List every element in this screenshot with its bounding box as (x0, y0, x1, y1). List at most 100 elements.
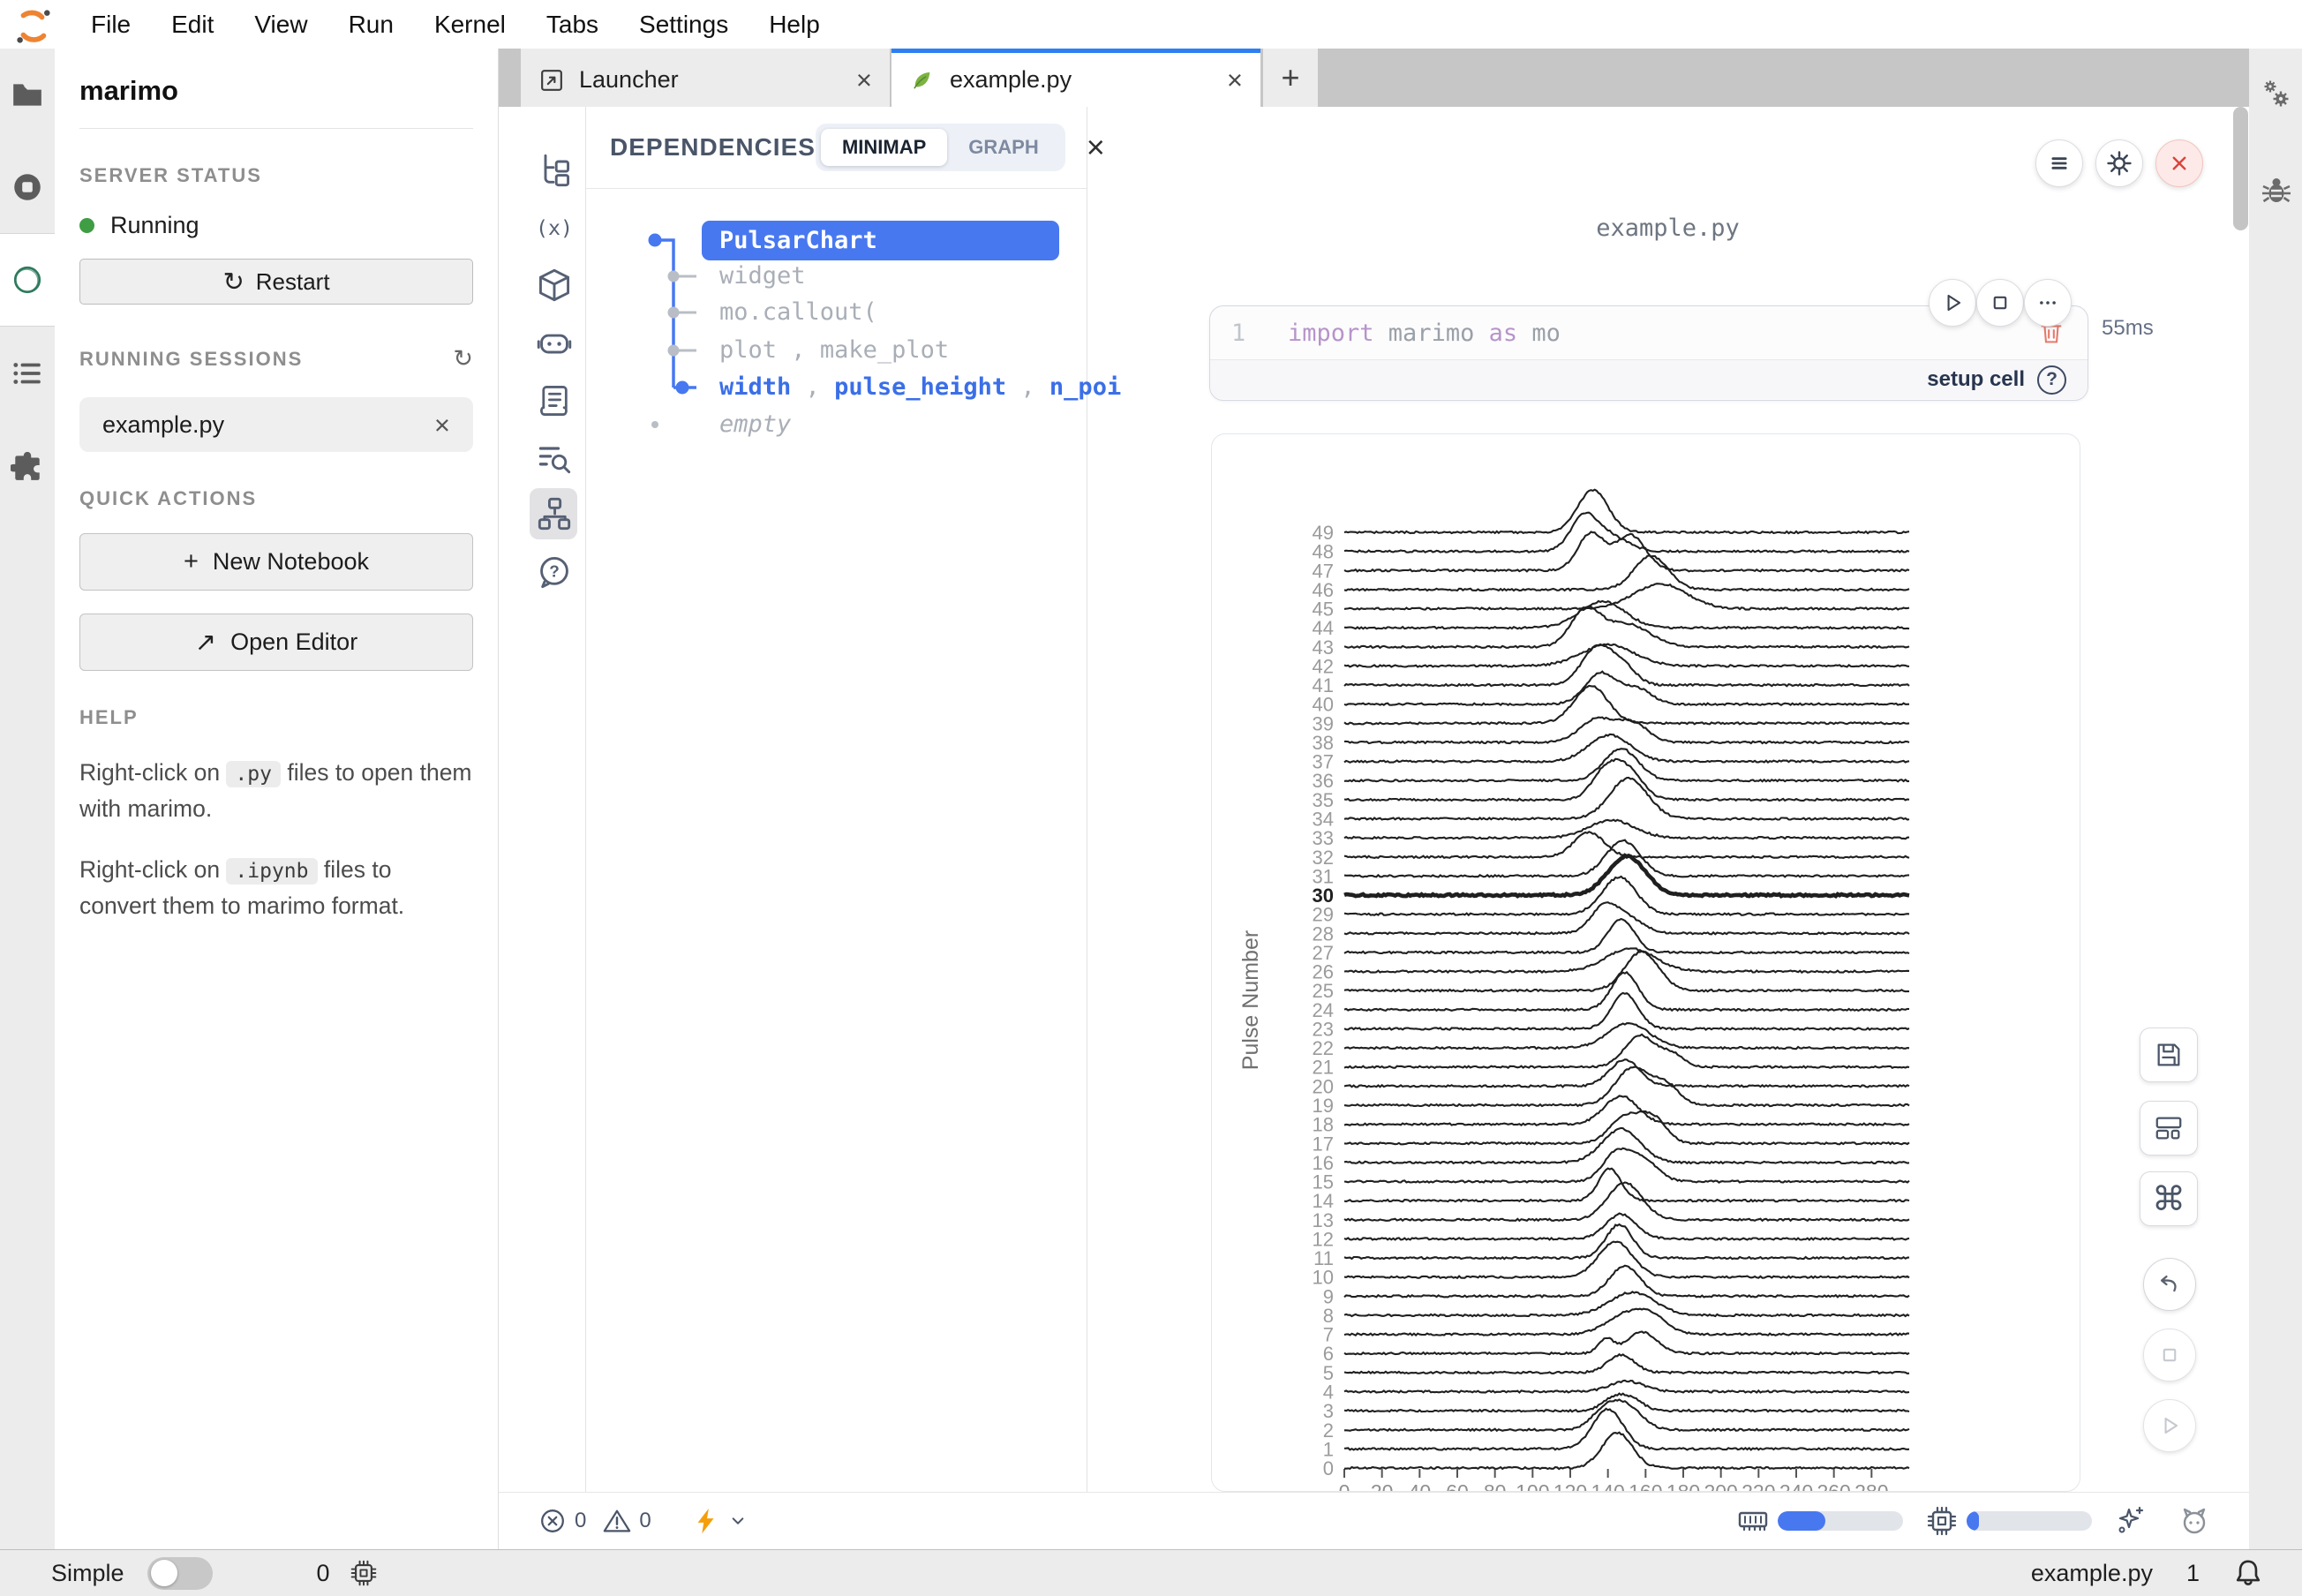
activity-tab-extensions-puzzle-icon[interactable] (0, 419, 55, 512)
cell-more-dots-button[interactable] (2024, 279, 2072, 327)
pulse-trace-10 (1344, 1242, 1909, 1278)
pulse-trace-4 (1344, 1381, 1909, 1393)
tool-dependencies-icon[interactable] (537, 496, 572, 531)
menu-kernel[interactable]: Kernel (414, 0, 526, 49)
activity-tab-marimo-ring-icon[interactable] (0, 234, 55, 327)
tree-node-active[interactable]: width , pulse_height , n_poi (719, 373, 1121, 401)
pulse-trace-38 (1344, 718, 1909, 744)
sparkle-icon[interactable] (2115, 1505, 2147, 1537)
activity-tab-running-list-icon[interactable] (0, 327, 55, 419)
svg-text:22: 22 (1313, 1037, 1334, 1059)
cpu-usage-bar (1967, 1511, 2092, 1531)
svg-text:13: 13 (1313, 1209, 1334, 1231)
tool-outline-search-icon[interactable] (537, 440, 572, 475)
pulse-trace-7 (1344, 1309, 1909, 1336)
menu-run[interactable]: Run (328, 0, 414, 49)
undo-round-button[interactable] (2143, 1258, 2196, 1311)
svg-text:25: 25 (1313, 980, 1334, 1002)
svg-text:45: 45 (1313, 598, 1334, 621)
command-button[interactable]: ⌘ (2140, 1171, 2198, 1226)
stop-square-icon (2155, 1341, 2184, 1369)
activity-tab-folder-icon[interactable] (0, 49, 55, 141)
svg-text:19: 19 (1313, 1095, 1334, 1117)
statusbar-notification-count: 1 (2186, 1560, 2200, 1587)
chevron-down-icon[interactable] (727, 1510, 749, 1532)
minimap-graph-toggle: MINIMAPGRAPH (816, 124, 1065, 171)
chart-output-cell[interactable]: Pulse Number0123456789101112131415161718… (1211, 433, 2080, 1492)
notebook-footer-toolbar: 00 (499, 1492, 2249, 1549)
pulse-trace-11 (1344, 1224, 1909, 1259)
menu-view[interactable]: View (234, 0, 327, 49)
help-circle-icon[interactable]: ? (2037, 365, 2066, 395)
activity-tab-stop-icon[interactable] (0, 141, 55, 234)
menu-edit[interactable]: Edit (151, 0, 234, 49)
bell-icon[interactable] (2233, 1558, 2263, 1588)
dependencies-header: DEPENDENCIES MINIMAPGRAPH × (585, 107, 1087, 189)
copilot-cat-icon[interactable] (2178, 1505, 2210, 1537)
svg-text:38: 38 (1313, 732, 1334, 754)
menu-file[interactable]: File (71, 0, 151, 49)
dependencies-title: DEPENDENCIES (610, 133, 816, 162)
server-status-label: SERVER STATUS (79, 164, 473, 187)
tool-packages-icon[interactable] (537, 267, 572, 303)
menu-help[interactable]: Help (749, 0, 840, 49)
error-circle-icon (538, 1506, 568, 1536)
sidebar-title: marimo (79, 75, 473, 107)
save-button[interactable] (2140, 1028, 2198, 1082)
save-icon (2154, 1040, 2184, 1070)
stop-square-round-button[interactable] (2143, 1329, 2196, 1381)
tree-node[interactable]: plot , make_plot (719, 336, 949, 364)
close-icon[interactable]: × (856, 66, 872, 94)
restart-icon: ↻ (222, 267, 244, 297)
new-notebook-button[interactable]: +New Notebook (79, 533, 473, 591)
new-tab-button[interactable]: + (1263, 49, 1318, 107)
gear-button[interactable] (2095, 139, 2143, 187)
tool-logs-icon[interactable] (537, 383, 572, 418)
close-icon[interactable]: × (434, 411, 450, 439)
pulse-trace-14 (1344, 1169, 1909, 1202)
cpu-chip-icon[interactable] (350, 1559, 378, 1587)
open-editor-button[interactable]: ↗Open Editor (79, 614, 473, 671)
refresh-icon[interactable]: ↻ (453, 345, 473, 373)
close-red-button[interactable] (2155, 139, 2203, 187)
tool-ai-robot-icon[interactable] (537, 326, 572, 361)
help-text: Right-click on (79, 759, 226, 786)
tree-node[interactable]: widget (719, 262, 806, 290)
scrollbar-thumb[interactable] (2233, 107, 2248, 230)
restart-button[interactable]: ↻ Restart (79, 259, 473, 305)
menu-tabs[interactable]: Tabs (526, 0, 619, 49)
tool-variables-icon[interactable]: (x) (537, 210, 572, 245)
run-stale-cells-button[interactable] (692, 1506, 749, 1536)
simple-mode-toggle[interactable] (147, 1557, 213, 1590)
play-round-button[interactable] (2143, 1399, 2196, 1452)
code-line[interactable]: import marimo as mo (1288, 320, 1561, 347)
menu-settings[interactable]: Settings (619, 0, 749, 49)
panel-bug-icon[interactable] (2261, 174, 2292, 206)
pulse-trace-5 (1344, 1354, 1909, 1374)
session-item[interactable]: example.py× (79, 397, 473, 452)
tool-help-icon[interactable]: ? (537, 554, 572, 590)
tab-example-py[interactable]: example.py× (891, 49, 1260, 107)
quick-actions: +New Notebook ↗Open Editor (79, 533, 473, 671)
view-toggle-graph[interactable]: GRAPH (947, 129, 1059, 166)
tree-node[interactable]: mo.callout( (719, 298, 877, 326)
token-separator: , (777, 336, 820, 364)
panel-gears-icon[interactable] (2261, 79, 2292, 110)
help-paragraph: Right-click on .py files to open them wi… (79, 756, 473, 826)
view-toggle-minimap[interactable]: MINIMAP (821, 129, 947, 166)
tree-node-empty[interactable]: empty (719, 410, 791, 438)
cell-play-button[interactable] (1929, 279, 1976, 327)
svg-text:31: 31 (1313, 865, 1334, 887)
tree-node-selected[interactable]: PulsarChart (702, 221, 1059, 260)
cell-stop-square-button[interactable] (1976, 279, 2024, 327)
svg-text:80: 80 (1484, 1480, 1507, 1492)
pulse-trace-49 (1344, 490, 1909, 533)
error-count: 0 (575, 1509, 586, 1533)
tool-file-tree-icon[interactable] (537, 153, 572, 188)
pulse-trace-45 (1344, 583, 1909, 609)
tab-launcher[interactable]: Launcher× (521, 49, 890, 107)
help-label: HELP (79, 706, 473, 729)
close-icon[interactable]: × (1227, 66, 1243, 94)
menu-button[interactable] (2035, 139, 2083, 187)
layout-button[interactable] (2140, 1101, 2198, 1156)
